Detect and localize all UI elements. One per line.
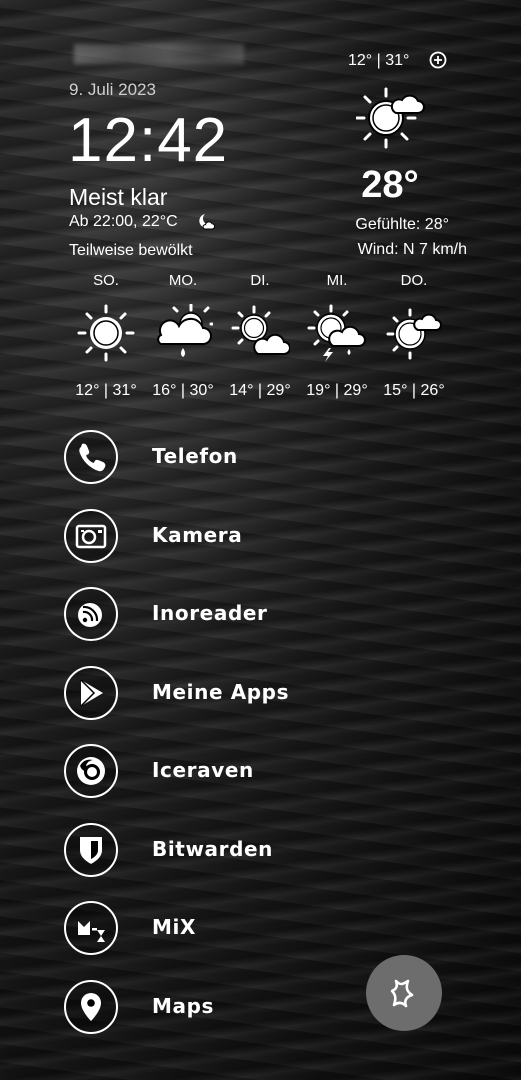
app-kamera[interactable]: Kamera — [64, 509, 364, 569]
map-pin-icon — [64, 980, 118, 1034]
rss-icon — [64, 587, 118, 641]
app-mix[interactable]: MiX — [64, 901, 364, 961]
forecast-range: 15° | 26° — [383, 382, 445, 399]
app-label: Kamera — [152, 523, 243, 547]
play-store-icon — [64, 666, 118, 720]
app-label: Inoreader — [152, 601, 268, 625]
app-label: MiX — [152, 915, 196, 939]
launcher-fab-button[interactable] — [366, 955, 442, 1031]
forecast-range: 12° | 31° — [75, 382, 137, 399]
wind-text: Wind: N 7 km/h — [357, 241, 467, 258]
app-label: Telefon — [152, 444, 238, 468]
app-meine-apps[interactable]: Meine Apps — [64, 666, 364, 726]
forecast-day[interactable]: DI. 14° | 29° — [221, 272, 299, 400]
phone-icon — [64, 430, 118, 484]
forecast-range: 19° | 29° — [306, 382, 368, 399]
sun-cloud-icon — [231, 305, 290, 355]
forecast-day-label: DI. — [250, 272, 270, 289]
clock[interactable]: 12:42 — [68, 106, 228, 176]
app-label: Bitwarden — [152, 837, 274, 861]
forecast-day-label: DO. — [400, 272, 428, 289]
current-weather-icon[interactable] — [356, 85, 426, 151]
location-add-icon[interactable] — [429, 51, 447, 69]
moon-cloud-icon — [199, 214, 216, 230]
app-label: Iceraven — [152, 758, 254, 782]
forecast-day[interactable]: MI. 19° | 29° — [298, 272, 376, 400]
mix-icon — [64, 901, 118, 955]
feels-like-text: Gefühlte: 28° — [355, 216, 449, 233]
forecast-day-label: MI. — [326, 272, 348, 289]
sun-cloud-icon — [386, 308, 442, 360]
sun-icon — [77, 304, 135, 362]
forecast-range: 14° | 29° — [229, 382, 291, 399]
forecast-day[interactable]: DO. 15° | 26° — [375, 272, 453, 400]
sun-cloud-rain-icon — [157, 304, 213, 357]
app-label: Maps — [152, 994, 215, 1018]
app-telefon[interactable]: Telefon — [64, 430, 364, 490]
app-label: Meine Apps — [152, 680, 290, 704]
forecast-day[interactable]: MO. 16° | 30° — [144, 272, 222, 400]
today-temp-range: 12° | 31° — [348, 52, 410, 69]
forecast-day[interactable]: SO. 12° | 31° — [67, 272, 145, 400]
sun-thunderstorm-icon — [307, 304, 366, 362]
app-iceraven[interactable]: Iceraven — [64, 744, 364, 804]
later-condition-text: Teilweise bewölkt — [69, 242, 193, 259]
shield-icon — [64, 823, 118, 877]
camera-icon — [64, 509, 118, 563]
date-text: 9. Juli 2023 — [69, 80, 156, 99]
forecast-range: 16° | 30° — [152, 382, 214, 399]
current-temperature: 28° — [361, 164, 419, 206]
app-inoreader[interactable]: Inoreader — [64, 587, 364, 647]
app-maps[interactable]: Maps — [64, 980, 364, 1040]
evening-forecast-text: Ab 22:00, 22°C — [69, 213, 178, 230]
launcher-logo-icon — [390, 979, 414, 1008]
firefox-icon — [64, 744, 118, 798]
redacted-notification-text — [74, 44, 244, 64]
forecast-day-label: SO. — [93, 272, 119, 289]
forecast-day-label: MO. — [168, 272, 198, 289]
app-bitwarden[interactable]: Bitwarden — [64, 823, 364, 883]
condition-text: Meist klar — [69, 184, 168, 210]
